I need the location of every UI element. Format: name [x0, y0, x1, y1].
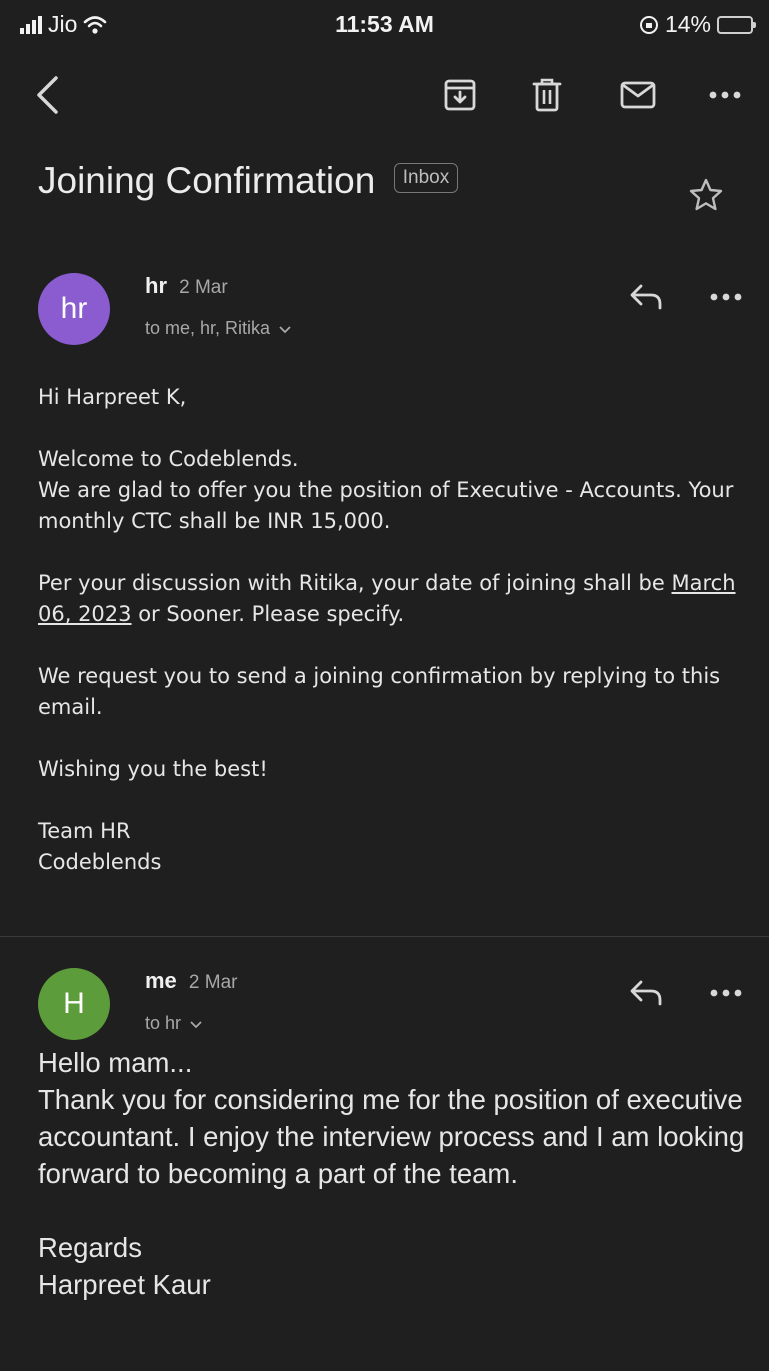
message-body-me: Hello mam... Thank you for considering m… [38, 1044, 763, 1340]
trash-icon [532, 78, 562, 112]
chevron-down-icon [190, 1021, 202, 1029]
message-toolbar [0, 60, 769, 130]
body-line: Thank you for considering me for the pos… [38, 1084, 745, 1189]
sender-name: hr [145, 273, 167, 298]
battery-percent: 14% [664, 11, 711, 37]
reply-icon [630, 284, 662, 310]
sender-line: hr 2 Mar [145, 273, 228, 299]
message-header: hr hr 2 Mar to me, hr, Ritika [0, 268, 769, 378]
message-hr: hr hr 2 Mar to me, hr, Ritika [0, 268, 769, 378]
recipients-toggle[interactable]: to me, hr, Ritika [145, 318, 291, 339]
reply-icon [630, 980, 662, 1006]
more-options-button[interactable] [700, 70, 750, 120]
chevron-down-icon [279, 326, 291, 334]
email-subject: Joining Confirmation [38, 160, 376, 201]
inbox-label-badge[interactable]: Inbox [393, 163, 459, 193]
signature-line: Team HR [38, 819, 131, 843]
recipients-text: to hr [145, 1013, 182, 1033]
body-line: or Sooner. Please specify. [131, 602, 405, 626]
more-horizontal-icon [710, 989, 742, 997]
body-greeting: Hi Harpreet K, [38, 385, 187, 409]
star-button[interactable] [681, 170, 731, 220]
star-icon [689, 178, 723, 211]
message-more-button[interactable] [701, 272, 751, 322]
body-line: Wishing you the best! [38, 757, 268, 781]
signature-line: Regards [38, 1232, 142, 1263]
body-line: We request you to send a joining confirm… [38, 664, 721, 719]
sender-line: me 2 Mar [145, 968, 238, 994]
body-line: Welcome to Codeblends. [38, 447, 299, 471]
avatar[interactable]: hr [38, 273, 110, 345]
more-horizontal-icon [709, 91, 741, 99]
battery-icon [717, 15, 756, 34]
chevron-left-icon [37, 76, 58, 114]
reply-button[interactable] [621, 272, 671, 322]
mail-icon [620, 81, 656, 109]
avatar-text: hr [60, 292, 88, 325]
message-divider [0, 936, 769, 937]
avatar-text: H [63, 987, 85, 1020]
signature-line: Codeblends [38, 850, 162, 874]
delete-button[interactable] [522, 70, 572, 120]
message-date: 2 Mar [179, 277, 228, 298]
body-line: Per your discussion with Ritika, your da… [38, 571, 672, 595]
reply-button[interactable] [621, 968, 671, 1018]
back-button[interactable] [22, 70, 72, 120]
body-line: Hello mam... [38, 1047, 193, 1078]
recipients-toggle[interactable]: to hr [145, 1013, 202, 1034]
message-body-hr: Hi Harpreet K, Welcome to Codeblends. We… [38, 382, 753, 909]
mark-unread-button[interactable] [613, 70, 663, 120]
orientation-lock-icon [639, 15, 658, 34]
body-line: We are glad to offer you the position of… [38, 478, 734, 533]
recipients-text: to me, hr, Ritika [145, 318, 271, 338]
message-date: 2 Mar [188, 972, 238, 993]
archive-button[interactable] [435, 70, 485, 120]
sender-name: me [145, 968, 177, 993]
avatar[interactable]: H [38, 968, 110, 1040]
status-right: 14% [639, 11, 756, 38]
subject-row: Joining Confirmation Inbox [38, 160, 749, 220]
signature-line: Harpreet Kaur [38, 1269, 211, 1300]
archive-icon [444, 79, 476, 111]
more-horizontal-icon [710, 293, 742, 301]
message-more-button[interactable] [701, 968, 751, 1018]
status-bar: Jio 11:53 AM 14% [0, 0, 769, 48]
